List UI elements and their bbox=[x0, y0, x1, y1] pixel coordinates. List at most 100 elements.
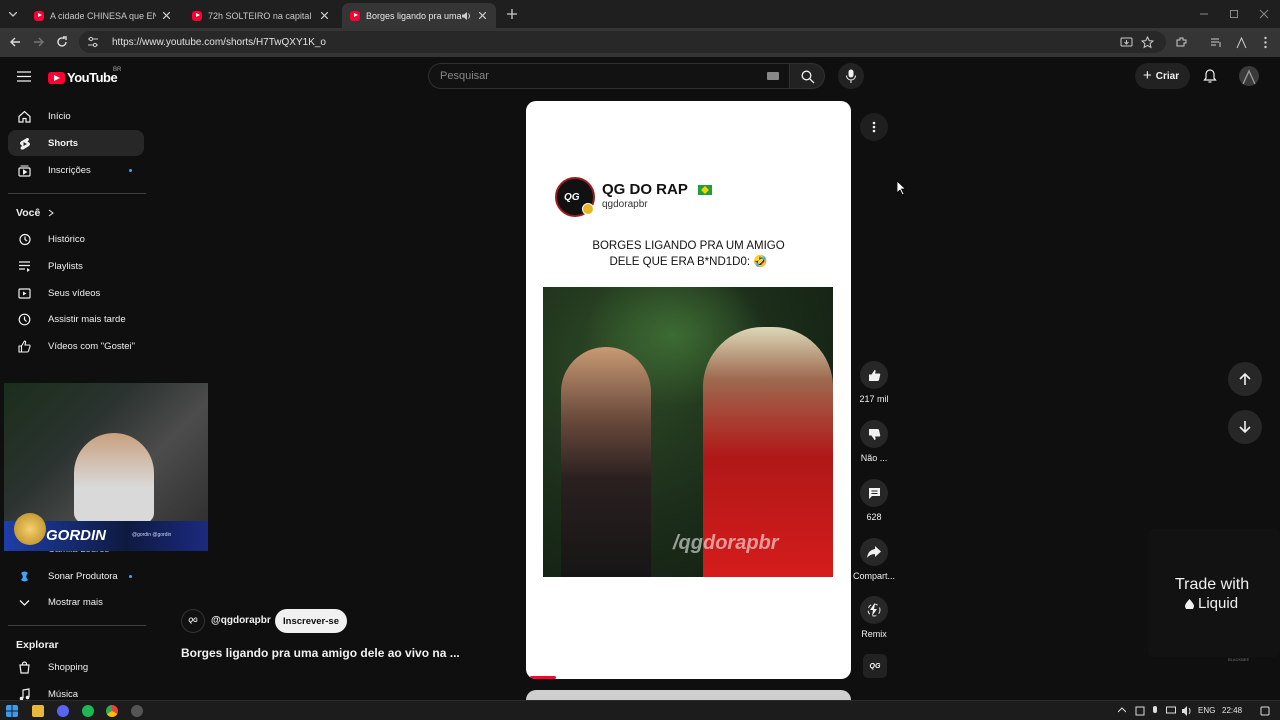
voice-search-button[interactable] bbox=[838, 63, 864, 89]
dislike-label: Não ... bbox=[860, 453, 888, 463]
sidebar-item-sonar-produtora[interactable]: Sonar Produtora bbox=[8, 563, 144, 589]
browser-toolbar: https://www.youtube.com/shorts/H7TwQXY1K… bbox=[0, 28, 1280, 57]
new-content-dot bbox=[129, 575, 132, 578]
chrome-icon[interactable] bbox=[106, 705, 118, 717]
close-tab-icon[interactable] bbox=[476, 10, 488, 22]
forward-arrow-icon[interactable] bbox=[32, 35, 46, 49]
channel-avatar[interactable]: QG bbox=[181, 609, 205, 633]
ad-brand-mark: BLACKBEE bbox=[1228, 657, 1250, 662]
sidebar-item-label: Shorts bbox=[48, 137, 79, 149]
sidebar-item-label: Shopping bbox=[48, 661, 89, 673]
search-icon bbox=[801, 70, 815, 84]
kebab-menu-icon[interactable] bbox=[1259, 36, 1272, 49]
input-language[interactable]: ENG bbox=[1198, 706, 1215, 715]
sidebar-item-shopping[interactable]: Shopping bbox=[8, 654, 144, 680]
overlay-channel-name: QG DO RAP bbox=[602, 181, 688, 198]
like-button[interactable]: 217 mil bbox=[849, 361, 899, 404]
youtube-logo[interactable]: YouTube BR bbox=[48, 67, 121, 85]
discord-icon[interactable] bbox=[57, 705, 69, 717]
site-info-icon[interactable] bbox=[87, 36, 99, 48]
channel-thumbnail[interactable]: QG bbox=[863, 654, 887, 678]
video-progress-bar[interactable] bbox=[530, 676, 556, 679]
windows-start-icon[interactable] bbox=[6, 705, 18, 717]
comments-button[interactable]: 628 bbox=[849, 479, 899, 522]
logo-text: QG bbox=[869, 662, 881, 670]
sidebar-item-your-videos[interactable]: Seus vídeos bbox=[8, 280, 144, 306]
hamburger-menu-icon[interactable] bbox=[17, 71, 31, 82]
notifications-bell-icon[interactable] bbox=[1203, 69, 1217, 84]
user-avatar-icon bbox=[1242, 69, 1256, 85]
next-short-button[interactable] bbox=[1228, 410, 1262, 444]
tab-search-dropdown[interactable] bbox=[4, 5, 22, 23]
display-icon[interactable] bbox=[1166, 706, 1176, 716]
short-more-options-button[interactable] bbox=[860, 113, 888, 141]
channel-handle-link[interactable]: @qgdorapbr bbox=[211, 615, 271, 626]
extensions-icon[interactable] bbox=[1175, 36, 1188, 49]
new-tab-icon[interactable] bbox=[505, 7, 519, 21]
close-window-icon[interactable] bbox=[1258, 8, 1270, 20]
create-button[interactable]: + Criar bbox=[1135, 63, 1190, 89]
shorts-icon bbox=[20, 137, 30, 150]
tray-overflow-chevron-icon[interactable] bbox=[1118, 707, 1126, 713]
minimize-icon[interactable] bbox=[1198, 8, 1210, 20]
sidebar-item-liked-videos[interactable]: Vídeos com "Gostei" bbox=[8, 333, 144, 359]
browser-tab-active[interactable]: Borges ligando pra uma am bbox=[342, 3, 496, 28]
share-button[interactable]: Compart... bbox=[849, 538, 899, 581]
dislike-button[interactable]: Não ... bbox=[849, 420, 899, 463]
section-title: Você bbox=[16, 207, 41, 219]
address-bar[interactable]: https://www.youtube.com/shorts/H7TwQXY1K… bbox=[79, 31, 1166, 53]
media-controls-icon[interactable] bbox=[1210, 36, 1223, 49]
sidebar-item-subscriptions[interactable]: Inscrições bbox=[8, 157, 144, 183]
close-tab-icon[interactable] bbox=[160, 10, 172, 22]
remix-button[interactable]: Remix bbox=[849, 596, 899, 639]
profile-icon[interactable] bbox=[1235, 36, 1248, 49]
search-button[interactable] bbox=[789, 63, 825, 89]
short-video-player[interactable]: QG QG DO RAP qgdorapbr BORGES LIGANDO PR… bbox=[526, 101, 851, 679]
restore-icon[interactable] bbox=[1228, 8, 1240, 20]
thumbs-down-icon bbox=[868, 428, 880, 440]
new-content-dot bbox=[129, 169, 132, 172]
bookmark-star-icon[interactable] bbox=[1141, 36, 1154, 49]
short-title[interactable]: Borges ligando pra uma amigo dele ao viv… bbox=[181, 646, 460, 660]
sidebar-item-home[interactable]: Início bbox=[8, 103, 144, 129]
avatar[interactable] bbox=[1239, 66, 1259, 86]
obs-icon[interactable] bbox=[131, 705, 143, 717]
like-count: 217 mil bbox=[859, 394, 889, 404]
back-arrow-icon[interactable] bbox=[8, 35, 22, 49]
sidebar-item-show-more[interactable]: Mostrar mais bbox=[8, 589, 144, 615]
sidebar-item-label: Sonar Produtora bbox=[48, 570, 118, 582]
you-section-heading[interactable]: Você bbox=[16, 207, 55, 219]
browser-tab[interactable]: 72h SOLTEIRO na capital mais l bbox=[184, 3, 338, 28]
file-explorer-icon[interactable] bbox=[32, 705, 44, 717]
audio-playing-icon[interactable] bbox=[462, 11, 472, 20]
subscribe-button[interactable]: Inscrever-se bbox=[275, 609, 347, 633]
shopping-bag-icon bbox=[19, 660, 30, 674]
system-clock[interactable]: 22:48 bbox=[1222, 706, 1242, 715]
youtube-play-icon bbox=[48, 71, 65, 84]
install-app-icon[interactable] bbox=[1120, 36, 1133, 49]
caption-line: BORGES LIGANDO PRA UM AMIGO bbox=[592, 240, 785, 252]
search-input[interactable]: Pesquisar bbox=[428, 63, 789, 89]
remix-icon bbox=[867, 603, 881, 617]
sidebar-item-label: Música bbox=[48, 688, 79, 700]
video-caption: BORGES LIGANDO PRA UM AMIGO DELE QUE ERA… bbox=[526, 238, 851, 270]
brazil-flag-icon bbox=[698, 185, 712, 195]
browser-tab[interactable]: A cidade CHINESA que ENGAN bbox=[26, 3, 180, 28]
remix-label: Remix bbox=[861, 629, 887, 639]
network-icon[interactable] bbox=[1135, 706, 1145, 716]
sidebar-item-playlists[interactable]: Playlists bbox=[8, 253, 144, 279]
spotify-icon[interactable] bbox=[82, 705, 94, 717]
sidebar-item-watch-later[interactable]: Assistir mais tarde bbox=[8, 306, 144, 332]
previous-short-button[interactable] bbox=[1228, 362, 1262, 396]
notifications-tray-icon[interactable] bbox=[1260, 706, 1270, 716]
reload-icon[interactable] bbox=[55, 35, 69, 49]
microphone-tray-icon[interactable] bbox=[1151, 706, 1159, 716]
sidebar-item-shorts[interactable]: Shorts bbox=[8, 130, 144, 156]
subscriptions-icon bbox=[18, 165, 31, 177]
liquid-ad-overlay[interactable]: Trade with Liquid BLACKBEE bbox=[1148, 529, 1280, 662]
liked-icon bbox=[18, 339, 31, 353]
keyboard-icon[interactable] bbox=[767, 72, 779, 80]
close-tab-icon[interactable] bbox=[318, 10, 330, 22]
volume-icon[interactable] bbox=[1182, 706, 1192, 716]
sidebar-item-history[interactable]: Histórico bbox=[8, 226, 144, 252]
